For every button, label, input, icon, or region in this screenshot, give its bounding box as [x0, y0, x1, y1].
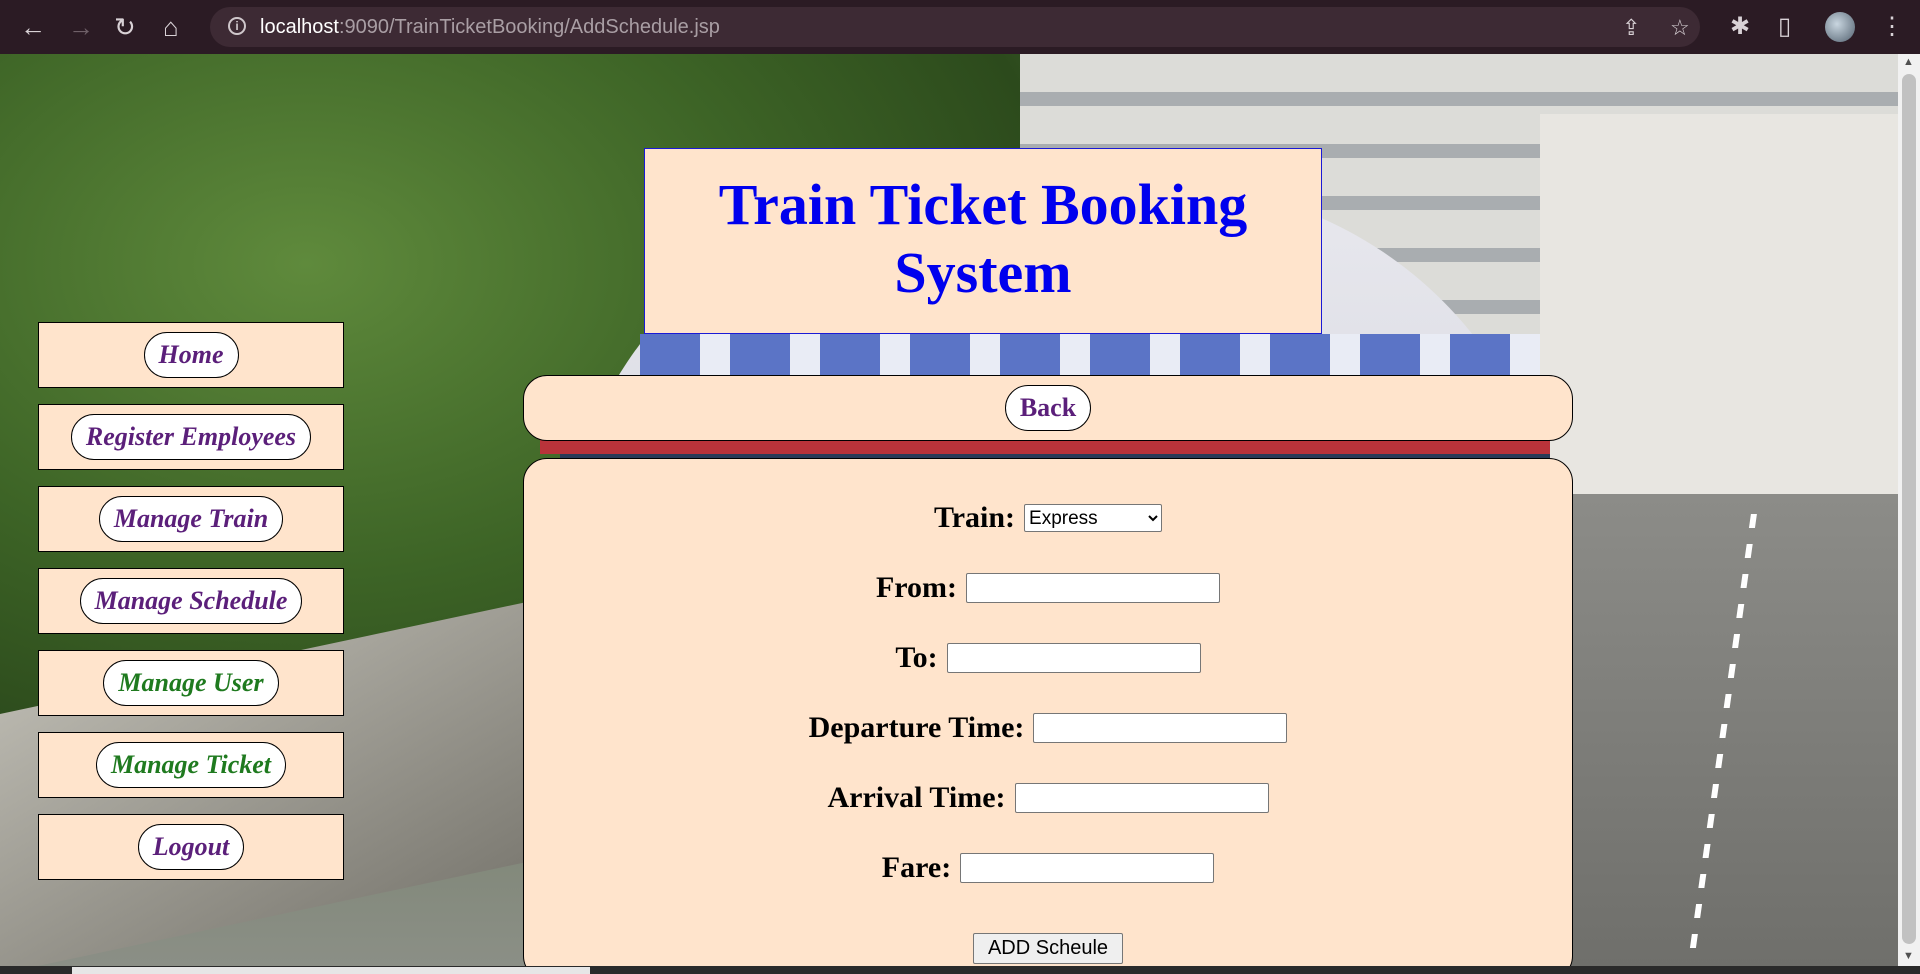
browser-menu-icon[interactable]: ⋮ [1880, 12, 1904, 41]
arrival-time-input[interactable] [1014, 783, 1269, 813]
side-panel-icon[interactable]: ▯ [1778, 12, 1791, 41]
back-bar: Back [523, 375, 1573, 441]
from-row: From: [524, 571, 1572, 605]
from-input[interactable] [966, 573, 1221, 603]
to-label: To: [895, 641, 938, 674]
fare-label: Fare: [881, 851, 952, 884]
home-link[interactable]: Home [143, 332, 239, 378]
home-icon[interactable]: ⌂ [163, 14, 179, 40]
reload-icon[interactable]: ↻ [114, 14, 136, 40]
profile-avatar[interactable] [1825, 12, 1855, 42]
departure-time-label: Departure Time: [808, 711, 1025, 744]
scroll-up-icon[interactable]: ▲ [1903, 56, 1914, 68]
arrival-row: Arrival Time: [524, 781, 1572, 815]
sidebar-item-home: Home [38, 322, 344, 388]
address-bar[interactable]: i localhost:9090/TrainTicketBooking/AddS… [210, 7, 1700, 47]
url-path: :9090/TrainTicketBooking/AddSchedule.jsp [338, 16, 720, 38]
manage-user-link[interactable]: Manage User [103, 660, 279, 706]
to-input[interactable] [946, 643, 1201, 673]
back-arrow-icon[interactable]: ← [20, 14, 46, 40]
sidebar-item-manage-train: Manage Train [38, 486, 344, 552]
forward-arrow-icon[interactable]: → [68, 14, 94, 40]
browser-toolbar: ← → ↻ ⌂ i localhost:9090/TrainTicketBook… [0, 0, 1920, 54]
train-label: Train: [933, 501, 1016, 534]
departure-row: Departure Time: [524, 711, 1572, 745]
url-text[interactable]: localhost:9090/TrainTicketBooking/AddSch… [260, 16, 720, 39]
fare-input[interactable] [960, 853, 1215, 883]
from-label: From: [875, 571, 958, 604]
manage-train-link[interactable]: Manage Train [98, 496, 284, 542]
title-line-2: System [894, 240, 1072, 305]
bookmark-star-icon[interactable]: ☆ [1670, 15, 1690, 41]
page-viewport: Train Ticket Booking System Home Registe… [0, 54, 1898, 966]
departure-time-input[interactable] [1033, 713, 1288, 743]
to-row: To: [524, 641, 1572, 675]
scroll-down-icon[interactable]: ▼ [1903, 950, 1914, 962]
page-title: Train Ticket Booking System [645, 171, 1321, 307]
vertical-scroll-thumb[interactable] [1902, 74, 1916, 944]
register-employees-link[interactable]: Register Employees [70, 414, 312, 460]
sidebar-item-logout: Logout [38, 814, 344, 880]
manage-schedule-link[interactable]: Manage Schedule [79, 578, 303, 624]
horizontal-scrollbar[interactable] [0, 966, 1920, 974]
train-select[interactable]: Express [1024, 504, 1163, 532]
site-header: Train Ticket Booking System [644, 148, 1322, 334]
submit-row: ADD Scheule [524, 933, 1572, 964]
sidebar-item-manage-user: Manage User [38, 650, 344, 716]
sidebar-item-register-employees: Register Employees [38, 404, 344, 470]
horizontal-scroll-thumb[interactable] [72, 967, 590, 974]
sidebar-item-manage-schedule: Manage Schedule [38, 568, 344, 634]
logout-link[interactable]: Logout [137, 824, 245, 870]
url-host: localhost [260, 16, 339, 38]
vertical-scrollbar[interactable]: ▲ ▼ [1898, 54, 1920, 966]
fare-row: Fare: [524, 851, 1572, 885]
add-schedule-form: Train: Express From: To: Departure Time:… [523, 458, 1573, 966]
arrival-time-label: Arrival Time: [827, 781, 1006, 814]
road-decoration [1560, 494, 1898, 966]
train-row: Train: Express [524, 501, 1572, 535]
manage-ticket-link[interactable]: Manage Ticket [95, 742, 287, 788]
share-icon[interactable]: ⇪ [1622, 15, 1640, 41]
extensions-icon[interactable]: ✱ [1730, 12, 1750, 41]
title-line-1: Train Ticket Booking [718, 172, 1248, 237]
sidebar-item-manage-ticket: Manage Ticket [38, 732, 344, 798]
back-button[interactable]: Back [1004, 385, 1092, 431]
building-decoration [1540, 114, 1898, 544]
add-schedule-button[interactable]: ADD Scheule [972, 933, 1124, 964]
site-info-icon[interactable]: i [228, 17, 246, 35]
